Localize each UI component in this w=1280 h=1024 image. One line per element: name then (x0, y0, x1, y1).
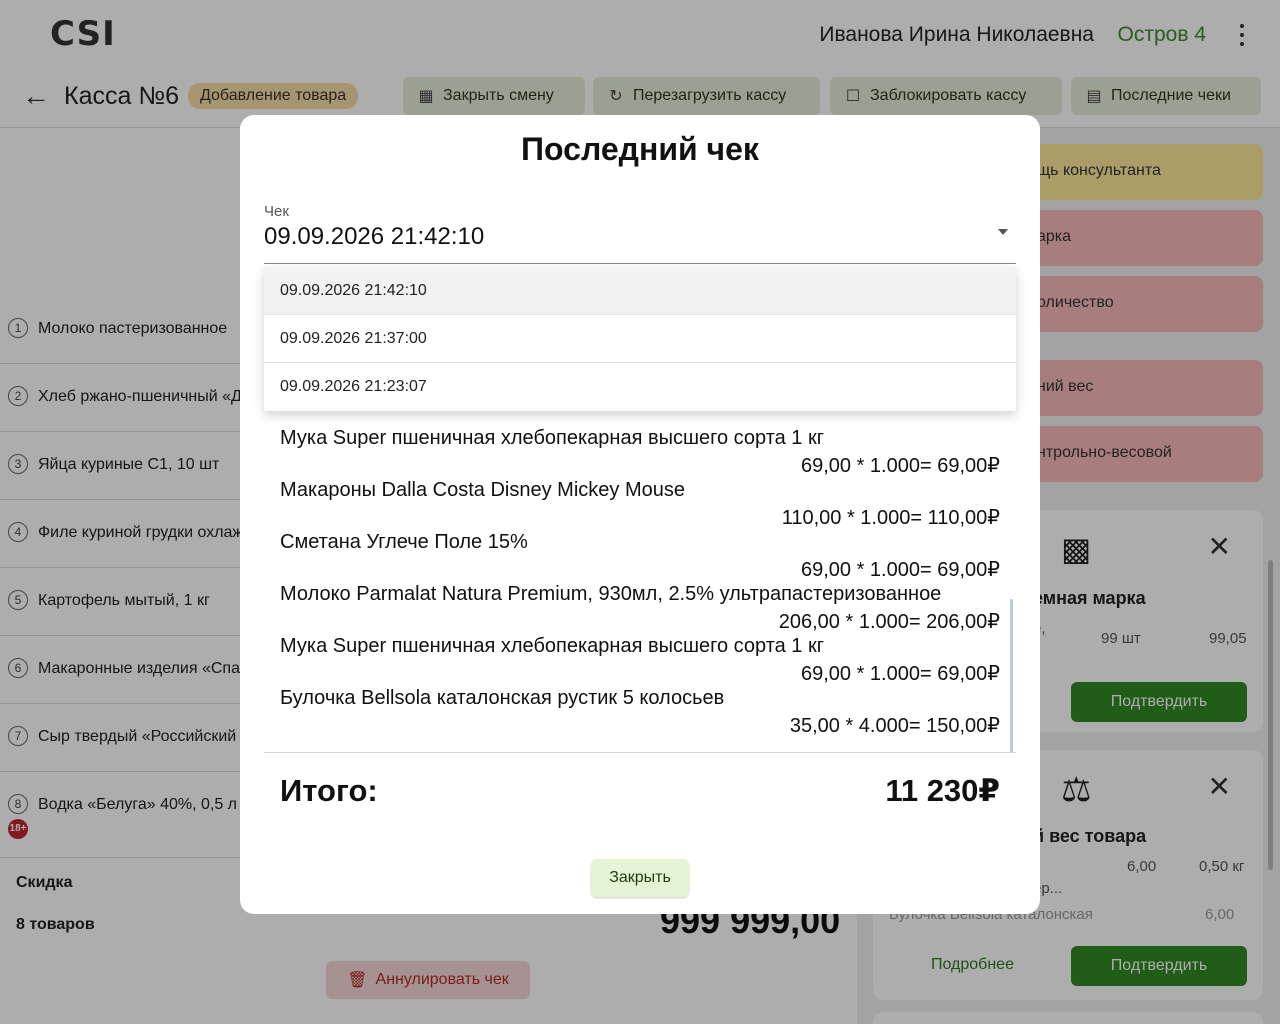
receipt-line-calc: 35,00 * 4.000= 150,00₽ (789, 715, 1000, 737)
dropdown-arrow-icon[interactable] (998, 229, 1008, 235)
receipt-line-name: Молоко Parmalat Natura Premium, 930мл, 2… (280, 583, 942, 605)
close-button[interactable]: Закрыть (591, 859, 689, 897)
last-receipt-modal: Последний чек Чек 09.09.2026 21:42:10 69… (240, 115, 1040, 914)
receipt-scrollbar[interactable] (1010, 599, 1013, 753)
receipt-line-name: Макароны Dalla Costa Disney Mickey Mouse (280, 479, 685, 501)
receipt-line-name: Булочка Bellsola каталонская рустик 5 ко… (280, 687, 725, 709)
dropdown-option[interactable]: 09.09.2026 21:23:07 (264, 363, 1016, 411)
receipt-line-calc: 69,00 * 1.000= 69,00₽ (800, 559, 1000, 581)
select-underline (264, 263, 1016, 264)
receipt-line-calc: 110,00 * 1.000= 110,00₽ (781, 507, 1000, 529)
modal-title: Последний чек (521, 131, 759, 167)
dropdown-option[interactable]: 09.09.2026 21:37:00 (264, 315, 1016, 363)
receipt-line-name: Мука Super пшеничная хлебопекарная высше… (280, 635, 825, 657)
receipt-select[interactable]: 09.09.2026 21:42:10 (264, 223, 484, 251)
receipt-line-name: Мука Super пшеничная хлебопекарная высше… (280, 427, 825, 449)
receipt-dropdown: 09.09.2026 21:42:10 09.09.2026 21:37:00 … (264, 267, 1016, 411)
divider (264, 752, 1016, 753)
receipt-lines: 69,00 * 1.000= 69,00₽ Мука Super пшеничн… (264, 403, 1016, 753)
receipt-line-calc: 69,00 * 1.000= 69,00₽ (800, 455, 1000, 477)
receipt-line-calc: 69,00 * 1.000= 69,00₽ (800, 663, 1000, 685)
receipt-line-calc: 206,00 * 1.000= 206,00₽ (778, 611, 1000, 633)
dropdown-option[interactable]: 09.09.2026 21:42:10 (264, 267, 1016, 315)
receipt-line-name: Сметана Углече Поле 15% (280, 531, 528, 553)
receipt-select-label: Чек (264, 203, 289, 220)
total-label: Итого: (280, 773, 378, 808)
total-value: 11 230₽ (885, 773, 1000, 808)
